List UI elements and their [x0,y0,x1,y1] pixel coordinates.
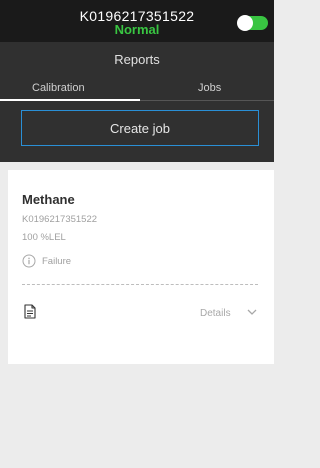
report-serial: K0196217351522 [22,214,98,225]
device-status: Normal [114,22,160,37]
page-title: Reports [114,52,160,67]
status-bar: K0196217351522 Normal [0,0,274,42]
report-card[interactable]: Methane K0196217351522 100 %LEL Failure … [8,170,274,364]
chevron-down-icon[interactable] [247,308,257,316]
tab-calibration[interactable]: Calibration [32,82,85,94]
connection-toggle[interactable] [237,15,268,31]
card-divider [22,284,258,285]
report-reading: 100 %LEL [22,232,66,243]
tab-divider [140,100,274,101]
create-job-button[interactable]: Create job [21,110,259,146]
report-result: Failure [42,256,72,267]
details-link[interactable]: Details [200,308,231,319]
gas-name: Methane [22,192,75,207]
toggle-knob [237,15,253,31]
info-icon [22,254,36,268]
reports-header: Reports Calibration Jobs Create job [0,42,274,162]
active-tab-indicator [0,99,140,101]
tab-jobs[interactable]: Jobs [198,82,221,94]
document-icon[interactable] [24,304,36,319]
